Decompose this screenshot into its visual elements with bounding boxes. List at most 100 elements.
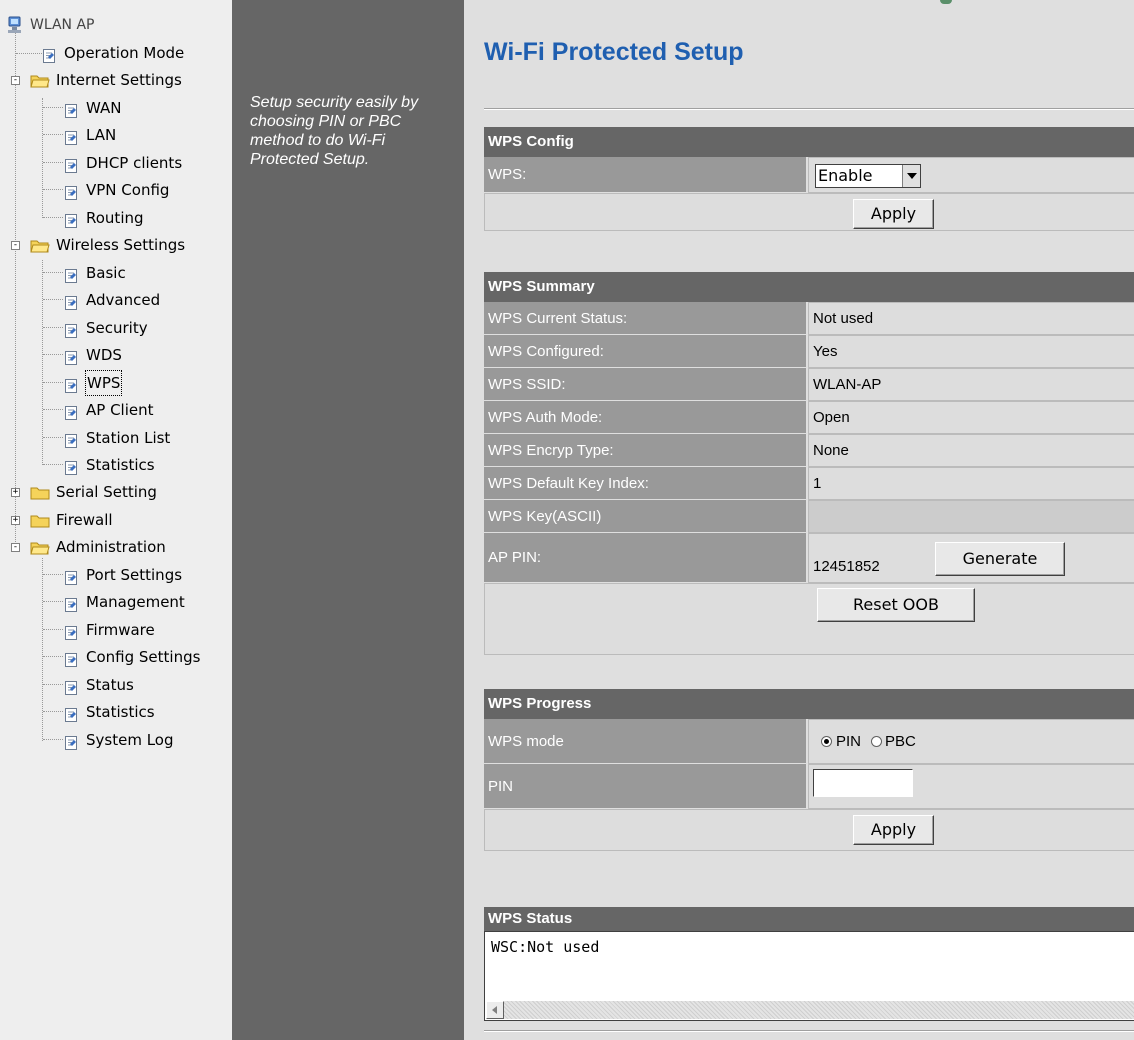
tree-item-lan[interactable]: LAN [0,123,230,147]
collapse-icon[interactable]: - [11,543,20,552]
tree-item-label: Administration [56,538,166,556]
table-row: WPS Auth Mode: Open [484,401,1134,434]
wps-config-header: WPS Config [484,127,1134,157]
tree-item-port-settings[interactable]: Port Settings [0,563,230,587]
navigation-tree: WLAN AP Operation Mode - Internet Settings… [0,0,232,1040]
folder-icon [30,539,50,555]
summary-value [808,500,1134,533]
tree-item-label: Security [86,319,148,337]
folder-icon [30,484,50,500]
expand-icon[interactable]: + [11,516,20,525]
page-icon [64,705,78,722]
pin-input[interactable] [813,769,913,797]
tree-item-label: AP Client [86,401,154,419]
config-apply-button[interactable]: Apply [853,199,934,229]
tree-item-statistics[interactable]: Statistics [0,700,230,724]
tree-item-label: WAN [86,99,122,117]
tree-item-label: Serial Setting [56,483,157,501]
wps-label: WPS: [484,157,807,193]
summary-value: WLAN-AP [808,368,1134,401]
main-content: Wi-Fi Protected Setup WPS Config WPS: En… [464,0,1134,1040]
summary-label: WPS Key(ASCII) [484,500,807,533]
tree-item-wireless-settings[interactable]: - Wireless Settings [0,233,230,257]
page-icon [64,595,78,612]
table-row: WPS Current Status: Not used [484,302,1134,335]
tree-item-label: Operation Mode [64,44,185,62]
collapse-icon[interactable]: - [11,76,20,85]
summary-label: WPS Encryp Type: [484,434,807,467]
table-row: WPS Key(ASCII) [484,500,1134,533]
tree-item-firewall[interactable]: + Firewall [0,508,230,532]
page-icon [64,293,78,310]
tree-item-routing[interactable]: Routing [0,206,230,230]
tree-item-statistics[interactable]: Statistics [0,453,230,477]
tree-item-operation-mode[interactable]: Operation Mode [0,41,230,65]
pin-radio[interactable] [821,736,832,747]
page-icon [64,650,78,667]
table-row: Apply [484,809,1134,851]
page-icon [42,46,56,63]
tree-item-status[interactable]: Status [0,673,230,697]
collapse-icon[interactable]: - [11,241,20,250]
description-panel: Setup security easily by choosing PIN or… [232,0,464,1040]
tree-item-advanced[interactable]: Advanced [0,288,230,312]
tree-item-firmware[interactable]: Firmware [0,618,230,642]
tree-item-label: Config Settings [86,648,201,666]
wps-status-textarea[interactable]: WSC:Not used [484,931,1134,1021]
page-icon [64,128,78,145]
summary-label: WPS Configured: [484,335,807,368]
tree-item-ap-client[interactable]: AP Client [0,398,230,422]
tree-item-vpn-config[interactable]: VPN Config [0,178,230,202]
tree-item-dhcp-clients[interactable]: DHCP clients [0,151,230,175]
wps-mode-label: WPS mode [484,719,807,764]
tree-item-management[interactable]: Management [0,590,230,614]
tree-item-wps[interactable]: WPS [0,370,230,396]
tree-item-label: VPN Config [86,181,170,199]
divider [484,108,1134,110]
tree-item-label: Firewall [56,511,113,529]
scroll-left-arrow-icon[interactable] [486,1001,504,1019]
horizontal-scrollbar[interactable] [486,1001,1134,1019]
pbc-radio[interactable] [871,736,883,747]
tree-item-basic[interactable]: Basic [0,261,230,285]
tree-root-label: WLAN AP [30,17,95,33]
progress-apply-button[interactable]: Apply [853,815,934,845]
page-description: Setup security easily by choosing PIN or… [250,94,419,168]
tree-item-wan[interactable]: WAN [0,96,230,120]
page-icon [64,458,78,475]
summary-value: None [808,434,1134,467]
page-icon [64,321,78,338]
tree-item-label: DHCP clients [86,154,183,172]
tree-item-security[interactable]: Security [0,316,230,340]
pin-label: PIN [484,764,807,809]
tree-item-label: Wireless Settings [56,236,186,254]
folder-icon [30,72,50,88]
tree-item-wds[interactable]: WDS [0,343,230,367]
tree-item-config-settings[interactable]: Config Settings [0,645,230,669]
page-icon [64,733,78,750]
tree-item-station-list[interactable]: Station List [0,426,230,450]
wps-enable-select[interactable]: Enable [815,164,921,188]
tree-item-internet-settings[interactable]: - Internet Settings [0,68,230,92]
tree-root-wlan-ap[interactable]: WLAN AP [6,13,226,37]
wps-select-value: Enable [818,166,873,185]
tree-item-label: LAN [86,126,117,144]
tree-item-label: Internet Settings [56,71,182,89]
generate-pin-button[interactable]: Generate [935,542,1065,576]
tree-item-system-log[interactable]: System Log [0,728,230,752]
tree-item-label: Advanced [86,291,161,309]
tree-item-serial-setting[interactable]: + Serial Setting [0,480,230,504]
table-row: WPS Encryp Type: None [484,434,1134,467]
ap-pin-label: AP PIN: [484,533,807,583]
expand-icon[interactable]: + [11,488,20,497]
reset-oob-button[interactable]: Reset OOB [817,588,975,622]
page-icon [64,156,78,173]
tree-item-label: Firmware [86,621,155,639]
tree-item-label: System Log [86,731,174,749]
summary-label: WPS Auth Mode: [484,401,807,434]
tree-item-administration[interactable]: - Administration [0,535,230,559]
tree-item-label: Routing [86,209,144,227]
table-row: Apply [484,193,1134,231]
wps-status-header: WPS Status [484,907,1134,931]
tree-item-label: Statistics [86,456,155,474]
